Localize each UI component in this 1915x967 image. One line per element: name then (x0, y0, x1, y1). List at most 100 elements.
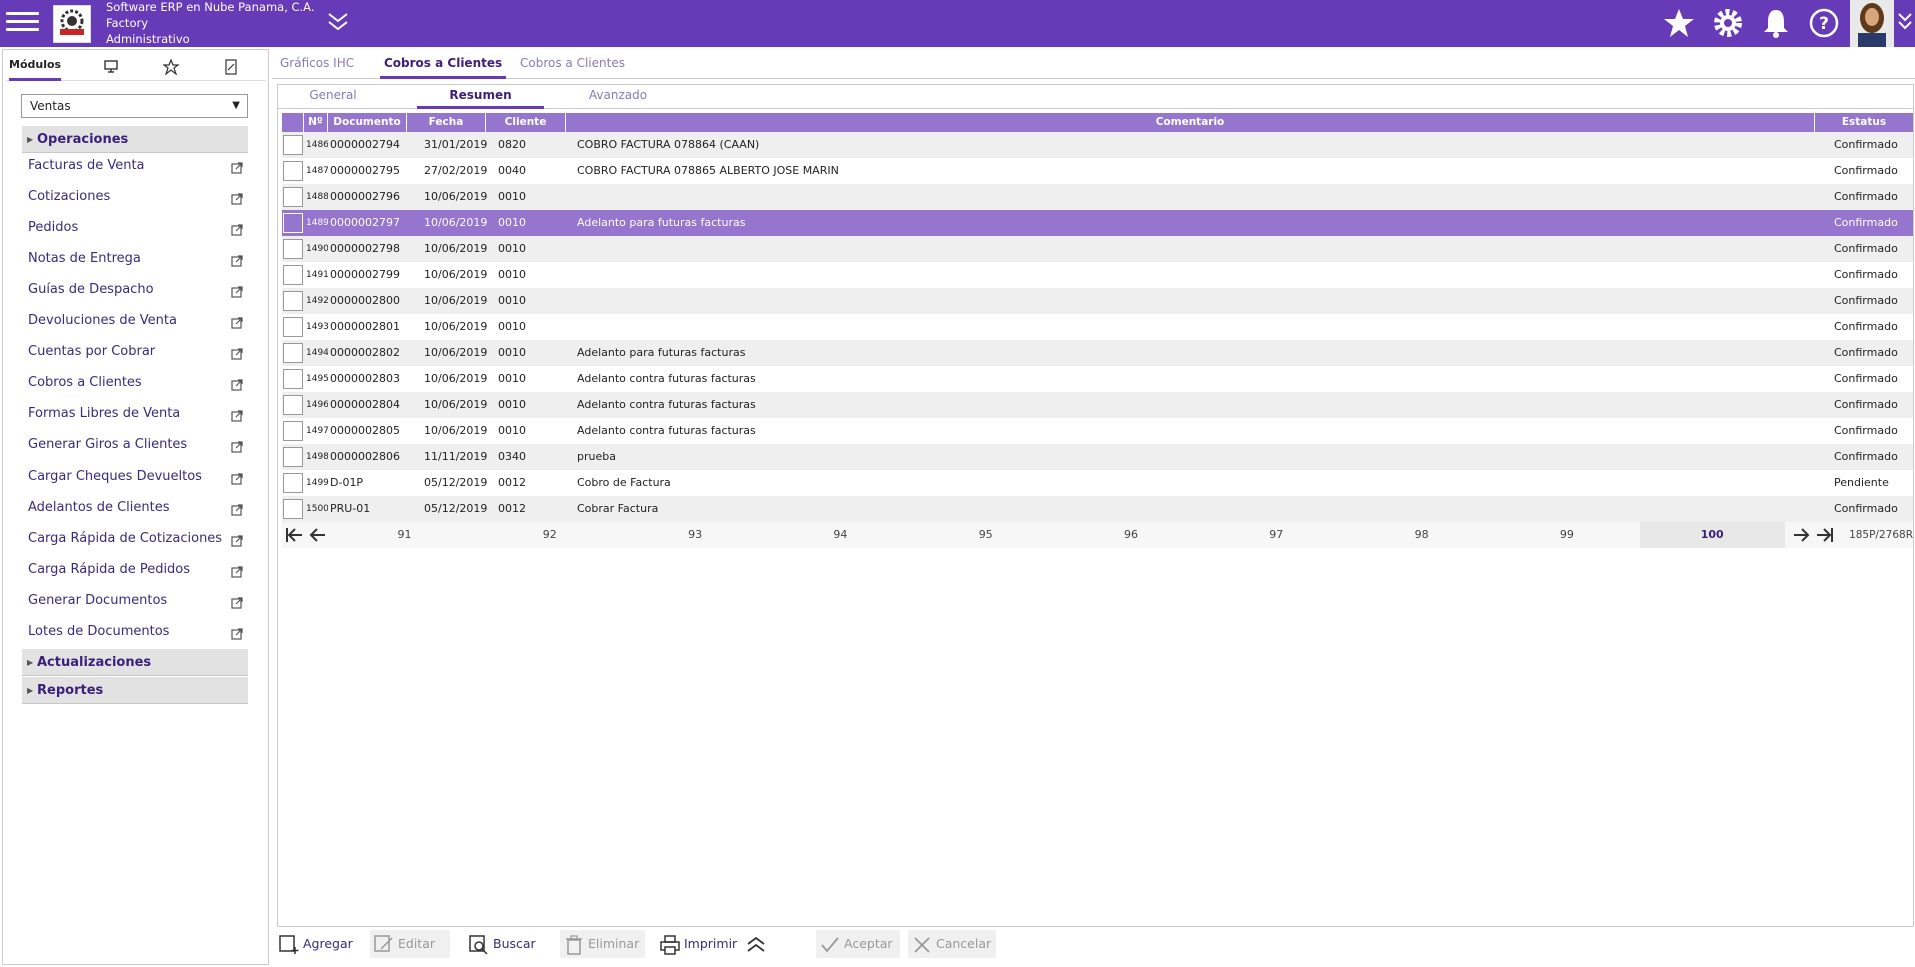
page-link[interactable]: 95 (913, 522, 1058, 548)
sidebar-item-9[interactable]: Generar Giros a Clientes (28, 434, 243, 456)
print-button[interactable]: Imprimir (656, 930, 740, 958)
notes-icon[interactable] (218, 53, 244, 81)
desktop-icon[interactable] (98, 53, 124, 81)
subtab-avanzado[interactable]: Avanzado (578, 85, 658, 109)
sidebar-item-2[interactable]: Pedidos (28, 217, 243, 239)
table-row[interactable]: 1496 0000002804 10/06/2019 0010 Adelanto con… (282, 392, 1913, 418)
row-select-checkbox[interactable] (283, 421, 303, 441)
sidebar-item-13[interactable]: Carga Rápida de Pedidos (28, 559, 243, 581)
page-link[interactable]: 100 (1639, 522, 1785, 548)
table-row[interactable]: 1486 0000002794 31/01/2019 0820 COBRO FACTUR… (282, 132, 1913, 158)
external-link-icon[interactable] (231, 222, 243, 236)
subtab-resumen[interactable]: Resumen (417, 85, 544, 109)
bell-icon[interactable] (1758, 5, 1794, 41)
table-row[interactable]: 1494 0000002802 10/06/2019 0010 Adelanto par… (282, 340, 1913, 366)
table-row[interactable]: 1499 D-01P 05/12/2019 0012 Cobro de Factura P… (282, 470, 1913, 496)
external-link-icon[interactable] (231, 191, 243, 205)
header-comentario[interactable]: Comentario (566, 113, 1815, 132)
external-link-icon[interactable] (231, 471, 243, 485)
external-link-icon[interactable] (231, 160, 243, 174)
sidebar-item-14[interactable]: Generar Documentos (28, 590, 243, 612)
external-link-icon[interactable] (231, 595, 243, 609)
row-select-checkbox[interactable] (283, 213, 303, 233)
header-fecha[interactable]: Fecha (407, 113, 486, 132)
row-select-checkbox[interactable] (283, 395, 303, 415)
search-button[interactable]: Buscar (465, 930, 545, 958)
tab-graficos-ihc[interactable]: Gráficos IHC (280, 49, 354, 79)
page-link[interactable]: 91 (332, 522, 477, 548)
external-link-icon[interactable] (231, 439, 243, 454)
last-page-icon[interactable] (1815, 526, 1835, 544)
table-row[interactable]: 1498 0000002806 11/11/2019 0340 prueba Confir… (282, 444, 1913, 470)
row-select-checkbox[interactable] (283, 187, 303, 207)
external-link-icon[interactable] (231, 253, 243, 267)
delete-button[interactable]: Eliminar (560, 930, 645, 958)
table-row[interactable]: 1487 0000002795 27/02/2019 0040 COBRO FACTUR… (282, 158, 1913, 184)
page-link[interactable]: 96 (1059, 522, 1204, 548)
table-row[interactable]: 1489 0000002797 10/06/2019 0010 Adelanto par… (282, 210, 1913, 236)
external-link-icon[interactable] (231, 533, 243, 547)
star-icon[interactable] (1661, 5, 1697, 41)
help-icon[interactable]: ? (1806, 5, 1842, 41)
subtab-general[interactable]: General (298, 85, 368, 109)
section-reportes[interactable]: ▶ Reportes (22, 677, 248, 704)
chevron-down-icon[interactable] (1897, 10, 1913, 38)
row-select-checkbox[interactable] (283, 265, 303, 285)
gear-icon[interactable] (1710, 5, 1746, 41)
row-select-checkbox[interactable] (283, 291, 303, 311)
row-select-checkbox[interactable] (283, 239, 303, 259)
header-num[interactable]: Nº (304, 113, 328, 132)
table-row[interactable]: 1491 0000002799 10/06/2019 0010 Confirmado (282, 262, 1913, 288)
table-row[interactable]: 1495 0000002803 10/06/2019 0010 Adelanto con… (282, 366, 1913, 392)
accept-button[interactable]: Aceptar (816, 930, 900, 958)
page-link[interactable]: 97 (1204, 522, 1349, 548)
sidebar-item-11[interactable]: Adelantos de Clientes (28, 497, 243, 519)
table-row[interactable]: 1490 0000002798 10/06/2019 0010 Confirmado (282, 236, 1913, 262)
external-link-icon[interactable] (231, 564, 243, 578)
tab-cobros-a-clientes-active[interactable]: Cobros a Clientes (380, 49, 507, 79)
sidebar-item-15[interactable]: Lotes de Documentos (28, 621, 243, 643)
external-link-icon[interactable] (231, 502, 243, 516)
sidebar-item-6[interactable]: Cuentas por Cobrar (28, 341, 243, 363)
prev-page-icon[interactable] (308, 526, 328, 544)
next-page-icon[interactable] (1791, 526, 1811, 544)
sidebar-item-8[interactable]: Formas Libres de Venta (28, 403, 243, 425)
header-select[interactable] (282, 113, 304, 132)
sidebar-item-5[interactable]: Devoluciones de Venta (28, 310, 243, 332)
page-link[interactable]: 93 (623, 522, 768, 548)
sidebar-item-0[interactable]: Facturas de Venta (28, 155, 243, 177)
add-button[interactable]: Agregar (275, 930, 355, 958)
row-select-checkbox[interactable] (283, 369, 303, 389)
sidebar-item-1[interactable]: Cotizaciones (28, 186, 243, 208)
external-link-icon[interactable] (231, 408, 243, 422)
table-row[interactable]: 1488 0000002796 10/06/2019 0010 Confirmado (282, 184, 1913, 210)
sidebar-item-10[interactable]: Cargar Cheques Devueltos (28, 466, 243, 488)
cancel-button[interactable]: Cancelar (908, 930, 996, 958)
section-operaciones[interactable]: ▶ Operaciones (22, 126, 248, 153)
external-link-icon[interactable] (231, 315, 243, 329)
table-row[interactable]: 1492 0000002800 10/06/2019 0010 Confirmado (282, 288, 1913, 314)
header-documento[interactable]: Documento (328, 113, 407, 132)
external-link-icon[interactable] (231, 346, 243, 360)
tab-modules[interactable]: Módulos (9, 53, 61, 81)
sidebar-item-7[interactable]: Cobros a Clientes (28, 372, 243, 394)
tab-cobros-a-clientes[interactable]: Cobros a Clientes (520, 49, 625, 79)
chevron-down-icon[interactable] (326, 11, 350, 37)
menu-icon[interactable] (6, 7, 39, 37)
module-select[interactable]: Ventas ▼ (21, 94, 248, 118)
header-cliente[interactable]: Cliente (486, 113, 566, 132)
external-link-icon[interactable] (231, 626, 243, 640)
edit-button[interactable]: Editar (370, 930, 450, 958)
favorites-star-icon[interactable] (158, 53, 184, 81)
page-link[interactable]: 99 (1494, 522, 1639, 548)
sidebar-item-12[interactable]: Carga Rápida de Cotizaciones (28, 528, 243, 550)
row-select-checkbox[interactable] (283, 473, 303, 493)
table-row[interactable]: 1497 0000002805 10/06/2019 0010 Adelanto con… (282, 418, 1913, 444)
row-select-checkbox[interactable] (283, 317, 303, 337)
sidebar-item-3[interactable]: Notas de Entrega (28, 248, 243, 270)
header-estatus[interactable]: Estatus (1815, 113, 1913, 132)
table-row[interactable]: 1493 0000002801 10/06/2019 0010 Confirmado (282, 314, 1913, 340)
collapse-chevron-icon[interactable] (742, 930, 766, 958)
row-select-checkbox[interactable] (283, 447, 303, 467)
section-actualizaciones[interactable]: ▶ Actualizaciones (22, 649, 248, 676)
